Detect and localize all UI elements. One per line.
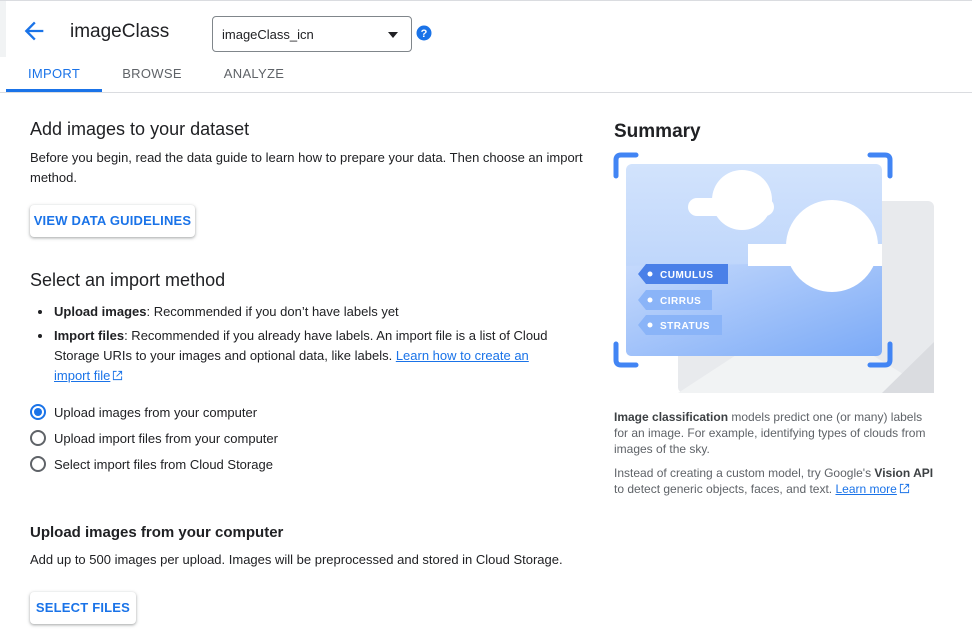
back-arrow-icon xyxy=(24,21,44,41)
upload-heading: Upload images from your computer xyxy=(30,524,284,541)
radio-button[interactable] xyxy=(30,456,46,472)
left-edge-divider xyxy=(0,1,6,57)
bullet-dot-icon xyxy=(38,334,42,338)
help-icon[interactable]: ? xyxy=(416,25,432,41)
summary-text: to detect generic objects, faces, and te… xyxy=(614,482,836,496)
external-link-icon xyxy=(899,483,909,494)
bullet-bold: Upload images xyxy=(54,304,147,319)
external-link-icon xyxy=(113,370,123,381)
bullet-text: : Recommended if you don’t have labels y… xyxy=(146,304,399,319)
list-item: Import files: Recommended if you already… xyxy=(36,326,556,386)
page-title: imageClass xyxy=(70,21,170,42)
import-method-heading: Select an import method xyxy=(30,270,226,290)
tag-label-cumulus: CUMULUS xyxy=(660,270,714,281)
radio-label: Upload import files from your computer xyxy=(54,430,278,446)
radio-label: Upload images from your computer xyxy=(54,404,258,420)
tab-import[interactable]: IMPORT xyxy=(6,56,102,92)
active-tab-indicator xyxy=(6,89,102,92)
tag-label-cirrus: CIRRUS xyxy=(660,296,701,307)
cloud-classification-illustration: CUMULUS CIRRUS STRATUS xyxy=(613,152,934,393)
top-bar: imageClass imageClass_icn ? xyxy=(0,0,972,57)
summary-title: Summary xyxy=(614,121,701,142)
radio-cloud-storage[interactable]: Select import files from Cloud Storage xyxy=(30,454,273,474)
learn-more-link[interactable]: Learn more xyxy=(835,482,896,496)
import-method-bullets: Upload images: Recommended if you don’t … xyxy=(36,302,556,390)
upload-description: Add up to 500 images per upload. Images … xyxy=(30,552,563,567)
tab-browse[interactable]: BROWSE xyxy=(102,56,202,92)
view-data-guidelines-button[interactable]: VIEW DATA GUIDELINES xyxy=(30,205,195,237)
radio-label: Select import files from Cloud Storage xyxy=(54,456,273,472)
bullet-bold: Import files xyxy=(54,328,125,343)
vision-api-term: Vision API xyxy=(874,466,934,480)
select-files-button[interactable]: SELECT FILES xyxy=(30,592,136,624)
tag-label-stratus: STRATUS xyxy=(660,321,710,332)
radio-button[interactable] xyxy=(30,430,46,446)
summary-text: Instead of creating a custom model, try … xyxy=(614,466,875,480)
summary-bold-term: Image classification xyxy=(614,410,729,424)
tab-bar: IMPORT BROWSE ANALYZE xyxy=(0,56,972,93)
bullet-dot-icon xyxy=(38,310,42,314)
dataset-select[interactable]: imageClass_icn xyxy=(212,16,412,52)
dropdown-caret-icon xyxy=(388,32,398,38)
radio-upload-import-files[interactable]: Upload import files from your computer xyxy=(30,428,278,448)
summary-paragraph-1: Image classification models predict one … xyxy=(614,409,934,457)
svg-text:?: ? xyxy=(421,28,428,40)
dataset-select-value: imageClass_icn xyxy=(222,27,314,42)
summary-paragraph-2: Instead of creating a custom model, try … xyxy=(614,465,934,497)
radio-upload-images[interactable]: Upload images from your computer xyxy=(30,402,257,422)
back-arrow-button[interactable] xyxy=(20,17,48,45)
tab-analyze[interactable]: ANALYZE xyxy=(202,56,306,92)
add-images-heading: Add images to your dataset xyxy=(30,119,250,139)
radio-button-checked[interactable] xyxy=(30,404,46,420)
list-item: Upload images: Recommended if you don’t … xyxy=(36,302,556,322)
add-images-description: Before you begin, read the data guide to… xyxy=(30,150,583,185)
